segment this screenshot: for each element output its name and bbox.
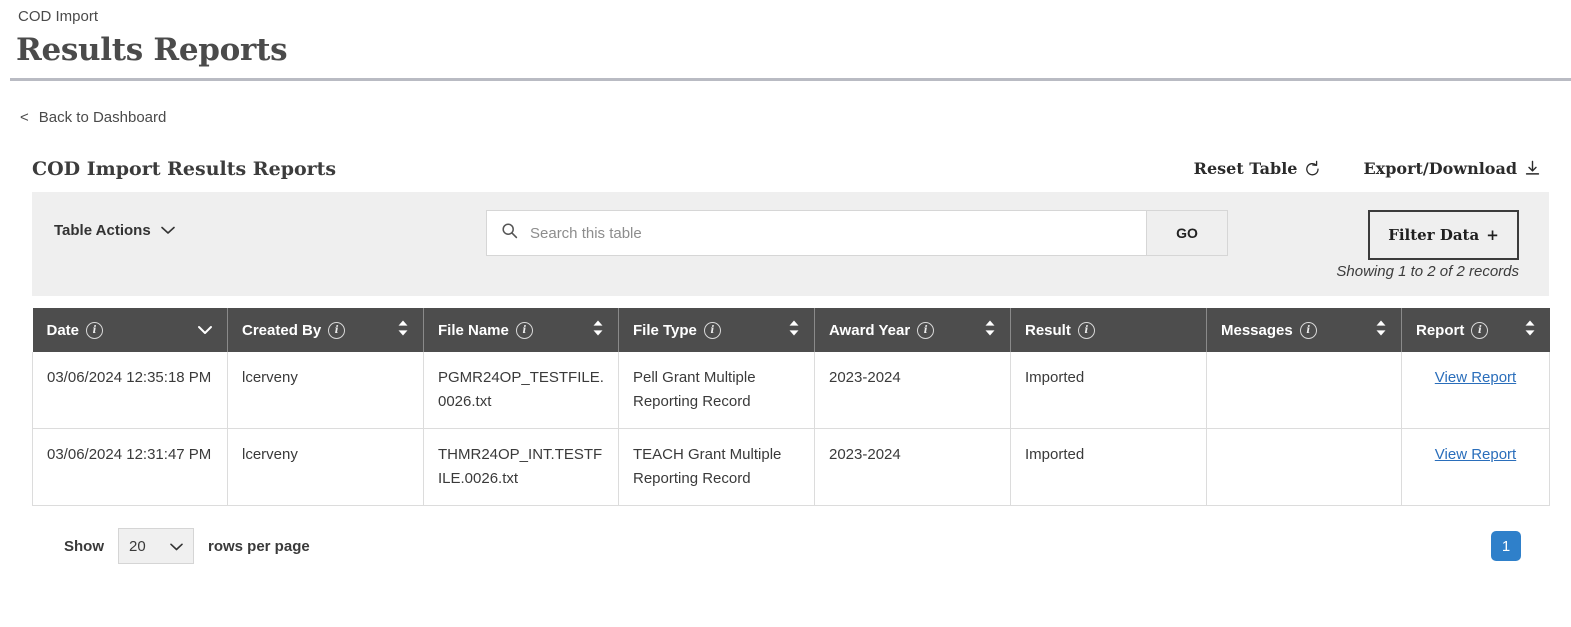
records-count: Showing 1 to 2 of 2 records	[1336, 263, 1519, 280]
search-icon	[501, 222, 518, 244]
column-header-label: Result	[1025, 321, 1071, 339]
cell-file-name: PGMR24OP_TESTFILE.0026.txt	[423, 352, 619, 429]
table-search: GO	[486, 210, 1228, 256]
column-header-result[interactable]: Result i	[1010, 308, 1207, 352]
sort-both-icon[interactable]	[984, 319, 996, 341]
page-header: COD Import Results Reports	[0, 0, 1571, 81]
rows-per-page-suffix: rows per page	[208, 537, 310, 555]
cell-result: Imported	[1010, 352, 1207, 429]
page-button-1[interactable]: 1	[1491, 531, 1521, 561]
cell-date: 03/06/2024 12:31:47 PM	[32, 428, 228, 506]
rows-per-page-select[interactable]: 20	[118, 528, 194, 564]
column-header-label: Messages	[1221, 321, 1293, 339]
info-icon[interactable]: i	[703, 321, 721, 339]
chevron-down-icon	[170, 538, 183, 555]
cell-file-type: Pell Grant Multiple Reporting Record	[618, 352, 815, 429]
cell-messages	[1206, 428, 1402, 506]
breadcrumb: COD Import	[18, 8, 99, 25]
cell-messages	[1206, 352, 1402, 429]
title-divider	[10, 78, 1571, 81]
info-icon[interactable]: i	[917, 321, 935, 339]
view-report-link[interactable]: View Report	[1435, 446, 1516, 463]
table-head: Date i Created By i File Name i File Type i Awar…	[32, 308, 1550, 352]
sort-desc-icon[interactable]	[197, 322, 213, 339]
table-actions-dropdown[interactable]: Table Actions	[54, 222, 175, 239]
cell-report: View Report	[1401, 428, 1550, 506]
back-to-dashboard-link[interactable]: < Back to Dashboard	[0, 109, 1571, 126]
cell-file-name: THMR24OP_INT.TESTFILE.0026.txt	[423, 428, 619, 506]
chevron-down-icon	[160, 222, 175, 239]
column-header-label: File Type	[633, 321, 697, 339]
sort-both-icon[interactable]	[397, 319, 409, 341]
card-header-actions: Reset Table Export/Download	[1194, 159, 1541, 180]
search-input[interactable]	[528, 223, 1132, 243]
column-header-label: Award Year	[829, 321, 911, 339]
page-title: Results Reports	[16, 32, 288, 68]
view-report-link[interactable]: View Report	[1435, 369, 1516, 386]
reset-table-button[interactable]: Reset Table	[1194, 159, 1322, 178]
chevron-left-icon: <	[20, 109, 29, 126]
sort-both-icon[interactable]	[788, 319, 800, 341]
download-icon	[1524, 160, 1541, 177]
table-row: 03/06/2024 12:35:18 PM lcerveny PGMR24OP_T…	[32, 352, 1550, 429]
table-footer: Show 20 rows per page 1	[32, 528, 1549, 564]
info-icon[interactable]: i	[328, 321, 346, 339]
export-download-button[interactable]: Export/Download	[1363, 159, 1541, 178]
search-input-wrapper[interactable]	[486, 210, 1146, 256]
info-icon[interactable]: i	[515, 321, 533, 339]
column-header-label: Created By	[242, 321, 322, 339]
sort-both-icon[interactable]	[1524, 319, 1536, 341]
cell-result: Imported	[1010, 428, 1207, 506]
card-title: COD Import Results Reports	[32, 158, 337, 180]
results-reports-card: COD Import Results Reports Reset Table E…	[0, 158, 1571, 564]
plus-icon: +	[1486, 226, 1499, 244]
show-label: Show	[64, 537, 104, 555]
info-icon[interactable]: i	[1299, 321, 1317, 339]
column-header-label: File Name	[438, 321, 509, 339]
rows-per-page-value: 20	[129, 537, 146, 555]
table-toolbar: Table Actions GO Filter Data	[32, 192, 1549, 296]
cell-file-type: TEACH Grant Multiple Reporting Record	[618, 428, 815, 506]
cell-date: 03/06/2024 12:35:18 PM	[32, 352, 228, 429]
filter-data-button[interactable]: Filter Data +	[1368, 210, 1519, 260]
sort-both-icon[interactable]	[592, 319, 604, 341]
search-go-button[interactable]: GO	[1146, 210, 1228, 256]
info-icon[interactable]: i	[86, 321, 104, 339]
column-header-messages[interactable]: Messages i	[1206, 308, 1402, 352]
cell-award-year: 2023-2024	[814, 428, 1011, 506]
cell-award-year: 2023-2024	[814, 352, 1011, 429]
column-header-report[interactable]: Report i	[1401, 308, 1550, 352]
column-header-file-type[interactable]: File Type i	[618, 308, 815, 352]
cell-created-by: lcerveny	[227, 352, 424, 429]
refresh-icon	[1304, 160, 1321, 177]
column-header-label: Date	[46, 321, 80, 339]
cell-report: View Report	[1401, 352, 1550, 429]
table-body: 03/06/2024 12:35:18 PM lcerveny PGMR24OP_T…	[32, 352, 1550, 506]
column-header-award-year[interactable]: Award Year i	[814, 308, 1011, 352]
column-header-date[interactable]: Date i	[32, 308, 228, 352]
pagination: 1	[1491, 531, 1527, 561]
table-row: 03/06/2024 12:31:47 PM lcerveny THMR24OP_I…	[32, 428, 1550, 506]
column-header-file-name[interactable]: File Name i	[423, 308, 619, 352]
table-actions-label: Table Actions	[54, 222, 151, 239]
info-icon[interactable]: i	[1471, 321, 1489, 339]
back-to-dashboard-label: Back to Dashboard	[38, 109, 167, 126]
export-download-label: Export/Download	[1363, 159, 1517, 178]
reset-table-label: Reset Table	[1193, 159, 1298, 178]
sort-both-icon[interactable]	[1375, 319, 1387, 341]
rows-per-page-control: Show 20 rows per page	[64, 528, 310, 564]
info-icon[interactable]: i	[1077, 321, 1095, 339]
table-header-row: Date i Created By i File Name i File Type i Awar…	[32, 308, 1550, 352]
results-table: Date i Created By i File Name i File Type i Awar…	[32, 308, 1550, 506]
card-header: COD Import Results Reports Reset Table E…	[32, 158, 1549, 180]
cell-created-by: lcerveny	[227, 428, 424, 506]
column-header-label: Report	[1416, 321, 1465, 339]
filter-data-label: Filter Data	[1388, 226, 1480, 244]
column-header-created-by[interactable]: Created By i	[227, 308, 424, 352]
